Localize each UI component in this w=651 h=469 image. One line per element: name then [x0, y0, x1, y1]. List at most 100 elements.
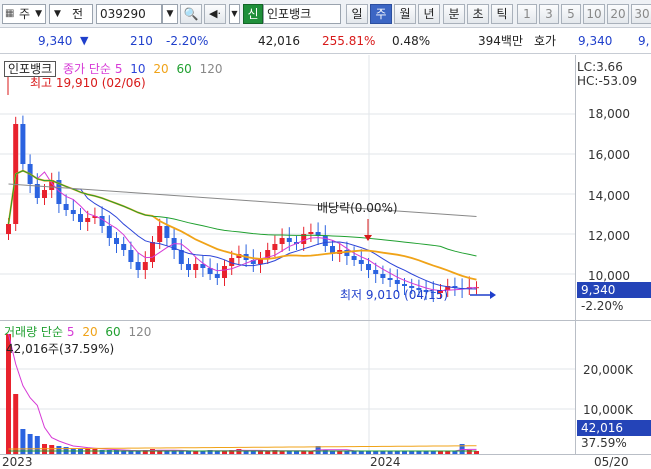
ma-line — [8, 170, 477, 257]
current-price: 9,340 — [38, 34, 73, 48]
grid-icon: ▦ — [5, 8, 15, 19]
volume-chart-pane[interactable] — [0, 321, 575, 454]
candle-body — [380, 274, 386, 278]
volume-tick-20000k: 20,000K — [583, 363, 633, 377]
volume-bar — [56, 446, 62, 454]
volume-tick-10000k: 10,000K — [583, 403, 633, 417]
code-input[interactable]: 039290 — [96, 4, 162, 24]
legend-ma120[interactable]: 120 — [200, 62, 223, 76]
period-yearly-button[interactable]: 년 — [418, 4, 440, 24]
down-arrow-icon: ▼ — [80, 34, 89, 47]
price-change: 210 — [130, 34, 153, 48]
x-label-2023: 2023 — [2, 455, 33, 469]
volume-legend-ma5[interactable]: 5 — [67, 325, 75, 339]
candle-body — [394, 280, 400, 284]
period-second-button[interactable]: 초 — [467, 4, 489, 24]
legend-ma20[interactable]: 20 — [153, 62, 168, 76]
chevron-down-icon: ▼ — [166, 9, 174, 19]
candle-body — [272, 244, 278, 250]
interval-10-button[interactable]: 10 — [583, 4, 605, 24]
candle-body — [214, 274, 220, 278]
price-change-pct: -2.20% — [166, 34, 209, 48]
candle-body — [106, 226, 112, 238]
legend-ma10[interactable]: 10 — [130, 62, 145, 76]
period-daily-button[interactable]: 일 — [346, 4, 368, 24]
volume-legend-ma20[interactable]: 20 — [82, 325, 97, 339]
ask-label: 호가 — [534, 34, 557, 48]
volume-legend-ma120[interactable]: 120 — [129, 325, 152, 339]
interval-3-button[interactable]: 3 — [539, 4, 559, 24]
candle-body — [85, 218, 91, 222]
interval-5-button[interactable]: 5 — [561, 4, 581, 24]
interval-30-button[interactable]: 30 — [631, 4, 651, 24]
current-pct-marker: -2.20% — [581, 299, 624, 313]
price-chart-pane[interactable] — [0, 55, 575, 320]
candle-body — [279, 238, 285, 244]
legend-ma60[interactable]: 60 — [177, 62, 192, 76]
candle-body — [387, 278, 393, 280]
price-chart-canvas[interactable] — [0, 55, 575, 320]
interval-1-button[interactable]: 1 — [517, 4, 537, 24]
period-monthly-button[interactable]: 월 — [394, 4, 416, 24]
hc-label: HC:-53.09 — [577, 74, 638, 88]
candle-body — [373, 270, 379, 274]
x-label-2024: 2024 — [370, 455, 401, 469]
stock-name: 인포뱅크 — [263, 4, 341, 24]
candle-body — [402, 284, 407, 286]
type-select[interactable]: ▼ 전 — [49, 4, 93, 24]
volume-ratio: 255.81% — [322, 34, 376, 48]
candle-body — [78, 214, 83, 222]
x-label-date: 05/20 — [594, 455, 629, 469]
candle-body — [322, 236, 328, 246]
candle-body — [135, 262, 141, 270]
period-weekly-button[interactable]: 주 — [370, 4, 392, 24]
candle-body — [121, 244, 127, 250]
ma-line — [8, 183, 477, 217]
candle-body — [366, 264, 371, 270]
candle-body — [99, 216, 105, 226]
volume-legend-ma60[interactable]: 60 — [105, 325, 120, 339]
chevron-down-icon: ▼ — [231, 9, 238, 18]
current-volume-marker: 42,016 — [577, 420, 651, 436]
ask-price-2: 9, — [638, 34, 650, 48]
credit-badge: 신 — [243, 4, 263, 24]
candle-body — [186, 264, 191, 270]
dividend-note: 배당락(0.00%) — [317, 201, 398, 215]
search-button[interactable]: 🔍 — [180, 4, 202, 24]
volume-max-note: 42,016주(37.59%) — [6, 342, 115, 356]
price-tick-12000: 12,000 — [588, 229, 630, 243]
candle-body — [358, 260, 364, 264]
candle-body — [150, 242, 155, 262]
volume-bar — [13, 394, 19, 454]
price-tick-16000: 16,000 — [588, 148, 630, 162]
toolbar: ▦ 주 ▼ ▼ 전 039290 ▼ 🔍 ◀· ▼ 신 인포뱅크 일 주 월 년… — [0, 0, 651, 28]
low-marker-head — [490, 291, 496, 299]
period-minute-button[interactable]: 분 — [443, 4, 465, 24]
legend-ma5[interactable]: 5 — [115, 62, 123, 76]
market-label: 주 — [19, 7, 31, 21]
candle-body — [286, 238, 292, 242]
search-icon: 🔍 — [183, 7, 199, 21]
candle-body — [20, 124, 26, 164]
candle-body — [142, 262, 148, 270]
volume-bar — [20, 429, 26, 454]
current-price-marker: 9,340 — [577, 282, 651, 298]
interval-20-button[interactable]: 20 — [607, 4, 629, 24]
sound-button[interactable]: ◀· — [204, 4, 226, 24]
candle-body — [308, 232, 314, 234]
volume-pct-marker: 37.59% — [581, 436, 627, 450]
sound-dropdown-button[interactable]: ▼ — [229, 4, 240, 24]
volume-chart-canvas[interactable] — [0, 321, 575, 454]
code-dropdown-button[interactable]: ▼ — [162, 4, 178, 24]
stock-tag[interactable]: 인포뱅크 — [4, 61, 57, 77]
period-tick-button[interactable]: 틱 — [491, 4, 513, 24]
candle-body — [114, 238, 119, 244]
candle-body — [351, 256, 357, 260]
ma-line — [7, 169, 477, 281]
turnover-ratio: 0.48% — [392, 34, 431, 48]
price-tick-14000: 14,000 — [588, 189, 630, 203]
candle-body — [193, 264, 199, 270]
volume-legend: 거래량 단순 5 20 60 120 — [4, 325, 151, 339]
market-select[interactable]: ▦ 주 ▼ — [2, 4, 46, 24]
price-legend: 인포뱅크 종가 단순 5 10 20 60 120 — [4, 61, 223, 77]
